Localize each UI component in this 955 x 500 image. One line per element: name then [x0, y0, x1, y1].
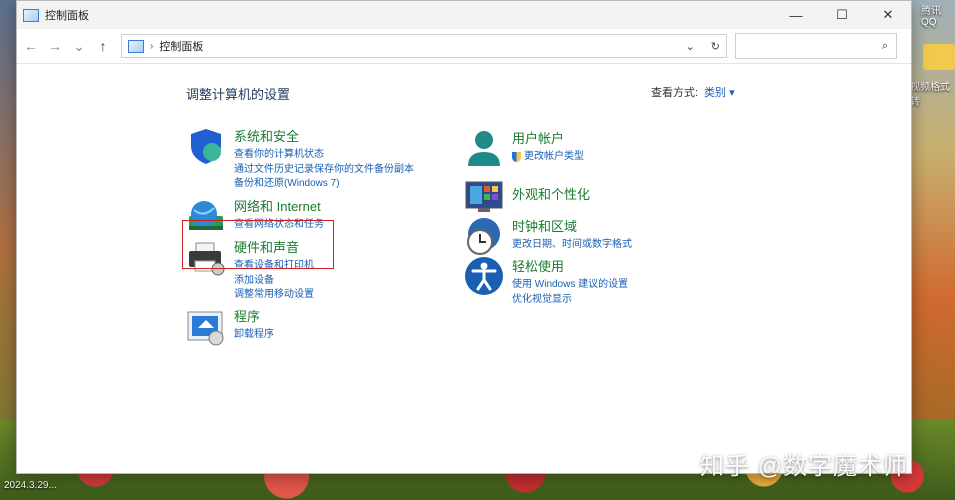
view-by-dropdown[interactable]: 类别 ▾	[704, 87, 735, 99]
link-backup-restore[interactable]: 备份和还原(Windows 7)	[234, 177, 414, 192]
highlight-box	[182, 220, 334, 269]
breadcrumb-control-panel[interactable]: 控制面板	[159, 38, 203, 54]
window-title: 控制面板	[45, 10, 89, 22]
maximize-button[interactable]: ☐	[819, 1, 865, 29]
category-clock-region: 时钟和区域 更改日期、时间或数字格式	[464, 216, 632, 256]
category-ease-of-access: 轻松使用 使用 Windows 建议的设置 优化视觉显示	[464, 256, 628, 307]
desktop-folder-icon[interactable]	[923, 44, 955, 70]
search-icon[interactable]: ⌕	[882, 40, 888, 53]
page-heading: 调整计算机的设置	[186, 87, 291, 102]
category-title[interactable]: 系统和安全	[234, 126, 414, 145]
accessibility-icon[interactable]	[464, 256, 504, 296]
desktop-qq-label[interactable]: 腾讯QQ	[921, 2, 955, 28]
view-by-label: 查看方式:	[651, 87, 699, 99]
user-icon[interactable]	[464, 128, 504, 168]
category-programs: 程序 卸载程序	[186, 306, 274, 346]
address-dropdown-icon[interactable]: ⌄	[686, 40, 695, 53]
refresh-icon[interactable]: ↻	[711, 40, 720, 53]
control-panel-window: 控制面板 — ☐ ✕ ← → ⌄ ↑ › 控制面板 ⌄ ↻ ⌕ 调整计算机的设置…	[16, 0, 912, 474]
category-title[interactable]: 时钟和区域	[512, 216, 632, 235]
category-system-security: 系统和安全 查看你的计算机状态 通过文件历史记录保存你的文件备份副本 备份和还原…	[186, 126, 414, 192]
link-uninstall-program[interactable]: 卸载程序	[234, 328, 274, 343]
main-content: 调整计算机的设置 查看方式: 类别 ▾ 系统和安全 查看你的计算机状态 通过文件历…	[17, 64, 911, 472]
shield-icon[interactable]	[186, 126, 226, 166]
control-panel-icon	[128, 39, 144, 53]
category-title[interactable]: 轻松使用	[512, 256, 628, 275]
category-title[interactable]: 网络和 Internet	[234, 196, 324, 215]
view-by: 查看方式: 类别 ▾	[651, 84, 735, 100]
minimize-button[interactable]: —	[773, 1, 819, 29]
window-controls: — ☐ ✕	[773, 1, 911, 29]
category-title[interactable]: 程序	[234, 306, 274, 325]
link-view-computer-status[interactable]: 查看你的计算机状态	[234, 148, 414, 163]
programs-icon[interactable]	[186, 306, 226, 346]
category-user-accounts: 用户帐户 更改帐户类型	[464, 128, 584, 168]
link-optimize-visual-display[interactable]: 优化视觉显示	[512, 293, 628, 308]
breadcrumb-separator: ›	[150, 40, 154, 52]
category-appearance: 外观和个性化	[464, 176, 590, 216]
uac-shield-icon	[512, 152, 521, 163]
category-title[interactable]: 用户帐户	[512, 128, 584, 147]
recent-locations-button[interactable]: ⌄	[67, 34, 91, 58]
close-button[interactable]: ✕	[865, 1, 911, 29]
link-recommended-settings[interactable]: 使用 Windows 建议的设置	[512, 278, 628, 293]
clock-globe-icon[interactable]	[464, 216, 504, 256]
title-bar[interactable]: 控制面板 — ☐ ✕	[17, 1, 911, 29]
link-file-history[interactable]: 通过文件历史记录保存你的文件备份副本	[234, 163, 414, 178]
link-change-account-type[interactable]: 更改帐户类型	[512, 150, 584, 165]
back-button[interactable]: ←	[19, 34, 43, 58]
control-panel-icon	[23, 8, 39, 22]
link-add-device[interactable]: 添加设备	[234, 274, 314, 289]
navigation-bar: ← → ⌄ ↑ › 控制面板 ⌄ ↻ ⌕	[17, 29, 911, 64]
link-date-time-format[interactable]: 更改日期、时间或数字格式	[512, 238, 632, 253]
monitor-icon[interactable]	[464, 176, 504, 216]
desktop-date-label: 2024.3.29...	[4, 480, 57, 491]
category-title[interactable]: 外观和个性化	[512, 184, 590, 203]
watermark: 知乎 @数字魔术师	[700, 453, 909, 480]
link-text: 更改帐户类型	[524, 151, 584, 162]
up-button[interactable]: ↑	[91, 34, 115, 58]
search-input[interactable]: ⌕	[735, 33, 897, 59]
address-bar[interactable]: › 控制面板 ⌄ ↻	[121, 34, 727, 58]
forward-button[interactable]: →	[43, 34, 67, 58]
desktop-video-label[interactable]: 视频格式转	[910, 78, 955, 108]
link-mobility-settings[interactable]: 调整常用移动设置	[234, 288, 314, 303]
